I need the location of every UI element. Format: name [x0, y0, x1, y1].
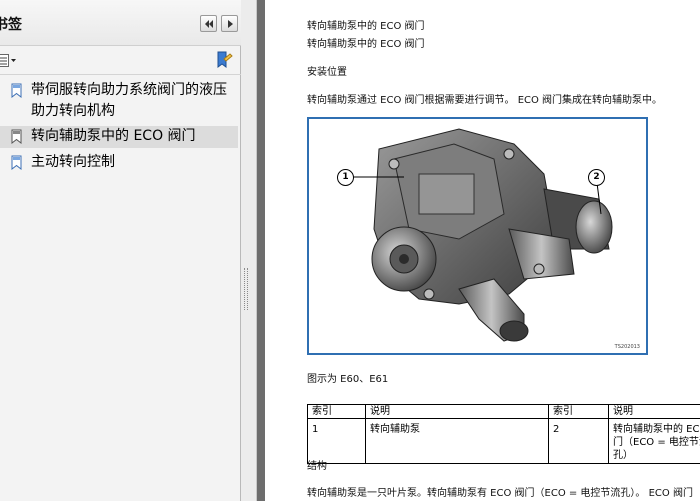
options-list-icon — [0, 54, 16, 67]
pump-figure: 1 2 TS202013 — [307, 117, 648, 355]
double-left-arrow-icon — [205, 20, 213, 28]
panel-title: 书签 — [0, 17, 22, 33]
bookmark-icon — [11, 83, 22, 98]
table-cell: 2 — [548, 418, 609, 464]
structure-paragraph: 转向辅助泵是一只叶片泵。转向辅助泵有 ECO 阀门（ECO = 电控节流孔）。 … — [307, 488, 693, 499]
expand-panel-button[interactable] — [221, 15, 238, 32]
bookmark-item-hydraulic-steering[interactable]: 带伺服转向助力系统阀门的液压助力转向机构 — [0, 80, 238, 124]
bookmark-label: 转向辅助泵中的 ECO 阀门 — [31, 128, 196, 144]
splitter-grip[interactable] — [244, 268, 248, 310]
bookmark-icon — [11, 129, 22, 144]
right-arrow-icon — [228, 20, 233, 28]
table-cell: 转向辅助泵 — [365, 418, 549, 464]
column-header-description: 说明 — [365, 404, 549, 419]
bookmark-icon — [11, 155, 22, 170]
figure-caption: 图示为 E60、E61 — [307, 374, 389, 385]
callout-2: 2 — [588, 169, 605, 186]
column-header-description: 说明 — [608, 404, 700, 419]
callout-1: 1 — [337, 169, 354, 186]
bookmark-label: 带伺服转向助力系统阀门的液压助力转向机构 — [31, 82, 227, 119]
panel-splitter[interactable] — [241, 0, 257, 501]
new-bookmark-icon — [217, 51, 233, 68]
document-page: 转向辅助泵中的 ECO 阀门 转向辅助泵中的 ECO 阀门 安装位置 转向辅助泵… — [265, 0, 700, 501]
new-bookmark-button[interactable] — [213, 50, 233, 70]
bookmark-item-eco-valve[interactable]: 转向辅助泵中的 ECO 阀门 — [0, 126, 238, 148]
steering-pump-illustration — [354, 128, 613, 342]
install-paragraph: 转向辅助泵通过 ECO 阀门根据需要进行调节。 ECO 阀门集成在转向辅助泵中。 — [307, 95, 663, 106]
table-cell: 1 — [307, 418, 366, 464]
doc-heading-line-1: 转向辅助泵中的 ECO 阀门 — [307, 21, 425, 32]
column-header-index: 索引 — [548, 404, 609, 419]
doc-heading-line-2: 转向辅助泵中的 ECO 阀门 — [307, 39, 425, 50]
panel-header: 书签 — [0, 0, 241, 46]
table-cell: 转向辅助泵中的 ECO 阀门（ECO = 电控节流孔） — [608, 418, 700, 464]
bookmarks-panel: 书签 带伺服转向助力系统阀门的液压助力转向机构 转向辅助泵中的 ECO 阀门 主… — [0, 0, 241, 501]
document-background — [257, 0, 265, 501]
section-heading-structure: 结构 — [307, 461, 327, 472]
bookmark-item-active-steering[interactable]: 主动转向控制 — [0, 152, 238, 174]
figure-code: TS202013 — [614, 344, 640, 350]
table-row: 1 转向辅助泵 2 转向辅助泵中的 ECO 阀门（ECO = 电控节流孔） — [307, 418, 700, 464]
legend-header-row: 索引 说明 索引 说明 — [307, 404, 700, 419]
column-header-index: 索引 — [307, 404, 366, 419]
bookmark-label: 主动转向控制 — [31, 154, 115, 170]
collapse-panel-button[interactable] — [200, 15, 217, 32]
options-menu-button[interactable] — [0, 53, 19, 69]
legend-table: 索引 说明 索引 说明 1 转向辅助泵 2 转向辅助泵中的 ECO 阀门（ECO… — [307, 404, 700, 464]
section-heading-install: 安装位置 — [307, 67, 347, 78]
bookmarks-toolbar — [0, 47, 241, 75]
